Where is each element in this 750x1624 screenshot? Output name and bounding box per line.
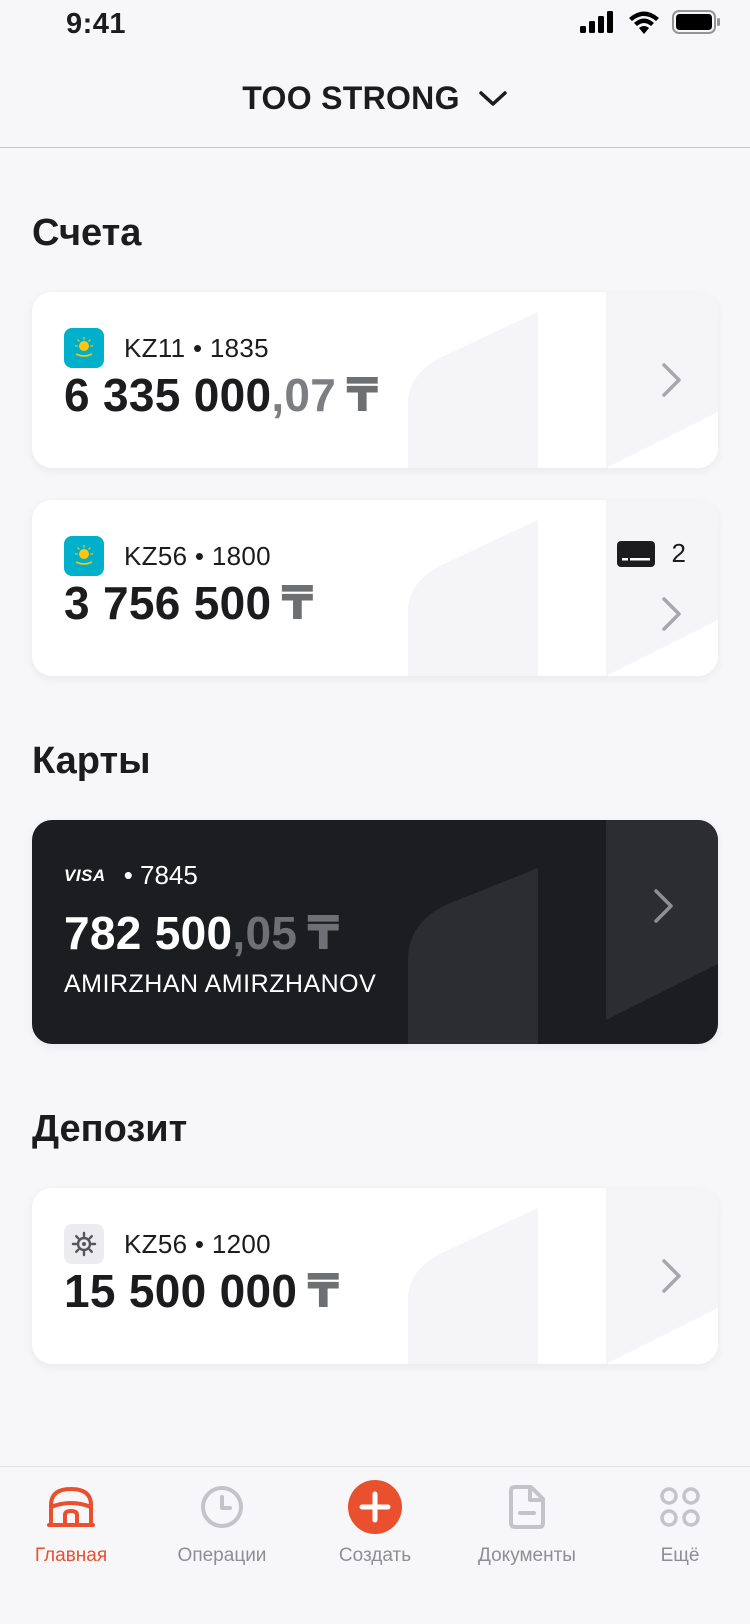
amount-integer: 782 500 bbox=[64, 907, 233, 959]
separator-dot: • bbox=[123, 860, 141, 890]
accounts-section-title: Счета bbox=[32, 212, 142, 254]
chevron-right-icon bbox=[654, 889, 673, 923]
account-card[interactable]: KZ56 • 1800 2 3 756 500 ₸ bbox=[32, 500, 718, 676]
card-suffix: 7845 bbox=[140, 860, 198, 890]
account-suffix: 1835 bbox=[209, 332, 269, 363]
bank-card-icon bbox=[616, 540, 655, 567]
tab-label: Ещё bbox=[660, 1545, 700, 1566]
deposit-number-row: KZ56 • 1200 bbox=[64, 1224, 271, 1264]
document-icon bbox=[509, 1477, 545, 1537]
account-suffix: 1800 bbox=[211, 540, 271, 571]
deposit-balance: 15 500 000 ₸ bbox=[64, 1264, 340, 1318]
kz-flag-icon bbox=[64, 536, 104, 576]
card-decoration bbox=[408, 820, 718, 1044]
currency-symbol: ₸ bbox=[307, 907, 340, 959]
account-number-row: KZ11 • 1835 bbox=[64, 328, 269, 368]
org-header: TOO STRONG bbox=[0, 50, 750, 148]
clock-icon bbox=[200, 1477, 244, 1537]
separator-dot: • bbox=[192, 332, 210, 363]
account-card[interactable]: KZ11 • 1835 6 335 000,07 ₸ bbox=[32, 292, 718, 468]
tab-operations[interactable]: Операции bbox=[147, 1477, 297, 1587]
amount-integer: 15 500 000 bbox=[64, 1265, 298, 1317]
account-prefix: KZ56 bbox=[124, 540, 188, 571]
tab-label: Документы bbox=[478, 1545, 576, 1566]
visa-logo: VISA bbox=[64, 865, 106, 885]
deposit-prefix: KZ56 bbox=[124, 1228, 188, 1259]
more-icon bbox=[660, 1477, 700, 1537]
tab-home[interactable]: Главная bbox=[0, 1477, 146, 1587]
account-prefix: KZ11 bbox=[124, 332, 186, 363]
currency-symbol: ₸ bbox=[307, 1265, 340, 1317]
amount-fraction: ,05 bbox=[232, 907, 298, 959]
signal-icon bbox=[580, 11, 613, 33]
card-balance: 782 500,05 ₸ bbox=[64, 906, 340, 960]
chevron-right-icon bbox=[662, 363, 681, 397]
card-decoration bbox=[408, 500, 718, 676]
tab-create[interactable]: Создать bbox=[300, 1477, 450, 1587]
plus-icon bbox=[348, 1477, 402, 1537]
card-holder-name: AMIRZHAN AMIRZHANOV bbox=[64, 970, 377, 998]
deposit-icon bbox=[64, 1224, 104, 1264]
tab-documents[interactable]: Документы bbox=[452, 1477, 602, 1587]
separator-dot: • bbox=[194, 540, 212, 571]
tab-label: Главная bbox=[34, 1545, 108, 1566]
deposit-card[interactable]: KZ56 • 1200 15 500 000 ₸ bbox=[32, 1188, 718, 1364]
separator-dot: • bbox=[194, 1228, 212, 1259]
wifi-icon bbox=[629, 11, 659, 34]
currency-symbol: ₸ bbox=[346, 369, 379, 421]
card-number-row: VISA • 7845 bbox=[64, 860, 198, 891]
amount-integer: 3 756 500 bbox=[64, 577, 272, 629]
linked-cards-count: 2 bbox=[616, 538, 686, 569]
chevron-down-icon bbox=[479, 90, 507, 106]
currency-symbol: ₸ bbox=[281, 577, 314, 629]
status-icons bbox=[580, 10, 720, 34]
account-balance: 3 756 500 ₸ bbox=[64, 576, 314, 630]
status-time: 9:41 bbox=[66, 8, 127, 40]
chevron-right-icon bbox=[662, 1259, 681, 1293]
tab-bar: Главная Операции Создать Документы Ещё bbox=[0, 1466, 750, 1624]
status-bar: 9:41 bbox=[0, 0, 750, 50]
cards-section-title: Карты bbox=[32, 740, 151, 782]
org-name: TOO STRONG bbox=[242, 80, 460, 116]
deposit-section-title: Депозит bbox=[32, 1108, 188, 1150]
account-number-row: KZ56 • 1800 bbox=[64, 536, 271, 576]
tab-label: Создать bbox=[338, 1545, 412, 1566]
tab-more[interactable]: Ещё bbox=[605, 1477, 750, 1587]
chevron-right-icon bbox=[662, 597, 681, 631]
battery-icon bbox=[672, 10, 720, 34]
account-balance: 6 335 000,07 ₸ bbox=[64, 368, 379, 422]
kz-flag-icon bbox=[64, 328, 104, 368]
cards-count-value: 2 bbox=[671, 538, 686, 568]
tab-label: Операции bbox=[177, 1545, 267, 1566]
org-switcher[interactable]: TOO STRONG bbox=[242, 80, 508, 117]
amount-integer: 6 335 000 bbox=[64, 369, 272, 421]
home-icon bbox=[47, 1477, 95, 1537]
deposit-suffix: 1200 bbox=[211, 1228, 271, 1259]
amount-fraction: ,07 bbox=[271, 369, 337, 421]
payment-card[interactable]: VISA • 7845 782 500,05 ₸ AMIRZHAN AMIRZHA… bbox=[32, 820, 718, 1044]
